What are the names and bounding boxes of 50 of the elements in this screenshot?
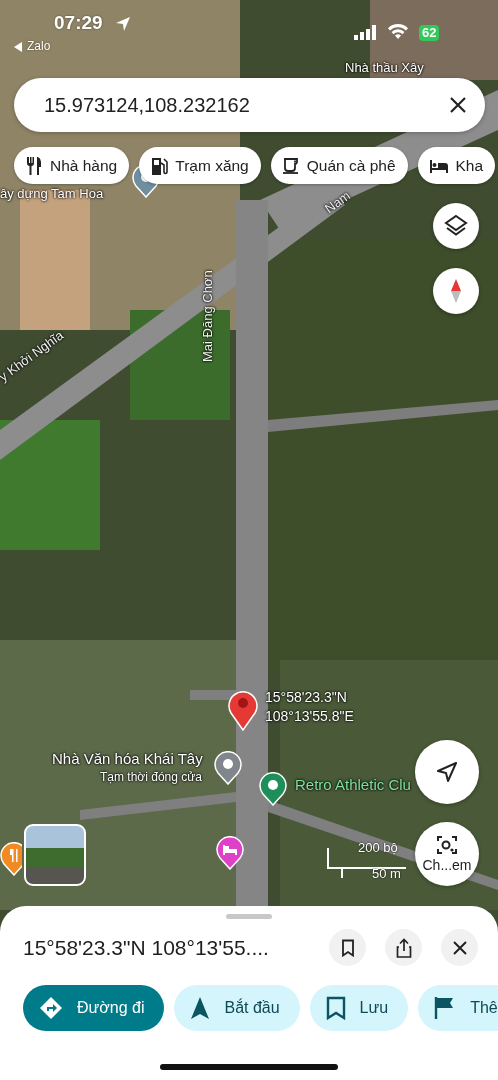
search-bar[interactable]: 15.973124,108.232162 bbox=[14, 78, 485, 132]
street-view-thumbnail[interactable] bbox=[24, 824, 86, 886]
location-arrow-icon bbox=[115, 16, 131, 32]
status-time: 07:29 bbox=[54, 12, 103, 34]
navigation-arrow-icon bbox=[436, 761, 458, 783]
battery-level: 62 bbox=[419, 25, 440, 41]
share-icon bbox=[395, 937, 412, 958]
bookmark-icon bbox=[325, 996, 346, 1020]
category-chip[interactable]: Nhà hàng bbox=[14, 147, 130, 184]
action-button[interactable]: Lưu bbox=[309, 985, 409, 1031]
wifi-icon bbox=[387, 23, 409, 40]
scale-metric: 50 m bbox=[372, 866, 401, 881]
fork-knife-icon bbox=[25, 155, 43, 176]
place-name[interactable]: Retro Athletic Clu bbox=[295, 776, 411, 793]
close-button[interactable] bbox=[441, 929, 478, 966]
gas-pump-icon bbox=[150, 155, 169, 176]
coffee-cup-icon bbox=[281, 156, 300, 175]
action-button[interactable]: Bắt đầu bbox=[174, 985, 300, 1031]
place-label: Nhà thầu Xây bbox=[345, 60, 424, 75]
share-button[interactable] bbox=[385, 929, 422, 966]
pin-latitude: 15°58'23.3"N bbox=[265, 689, 348, 705]
category-chip[interactable]: Trạm xăng bbox=[139, 147, 261, 184]
place-status: Tạm thời đóng cửa bbox=[100, 770, 202, 784]
close-icon bbox=[449, 96, 467, 114]
place-pin-icon[interactable] bbox=[214, 751, 242, 785]
road-label: Nam bbox=[322, 187, 354, 217]
back-app-label[interactable]: Zalo bbox=[27, 39, 51, 53]
search-field[interactable]: 15.973124,108.232162 bbox=[42, 89, 449, 121]
pin-longitude: 108°13'55.8"E bbox=[265, 708, 354, 724]
place-label: ây dựng Tam Hoa bbox=[0, 186, 104, 201]
action-button[interactable]: Thê bbox=[418, 985, 498, 1031]
road-label: Mai Đăng Chơn bbox=[200, 270, 215, 362]
bed-icon bbox=[428, 157, 449, 174]
back-arrow-icon[interactable] bbox=[13, 42, 23, 52]
save-button[interactable] bbox=[329, 929, 366, 966]
bookmark-icon bbox=[340, 938, 355, 957]
directions-icon bbox=[39, 996, 63, 1020]
category-chip[interactable]: Quán cà phê bbox=[270, 147, 408, 184]
navigation-arrow-icon bbox=[190, 996, 211, 1020]
signal-icon bbox=[354, 25, 378, 40]
camera-icon bbox=[436, 835, 458, 855]
place-pin-icon[interactable] bbox=[259, 772, 287, 806]
place-name[interactable]: Nhà Văn hóa Khái Tây bbox=[52, 750, 203, 767]
action-button[interactable]: Đường đi bbox=[23, 985, 165, 1031]
clear-button[interactable] bbox=[449, 96, 467, 114]
place-title: 15°58'23.3"N 108°13'55.... bbox=[23, 935, 270, 960]
close-icon bbox=[451, 939, 468, 956]
dropped-pin-icon bbox=[228, 689, 258, 731]
scale-imperial: 200 bộ bbox=[358, 840, 398, 855]
drag-handle[interactable] bbox=[226, 914, 272, 919]
